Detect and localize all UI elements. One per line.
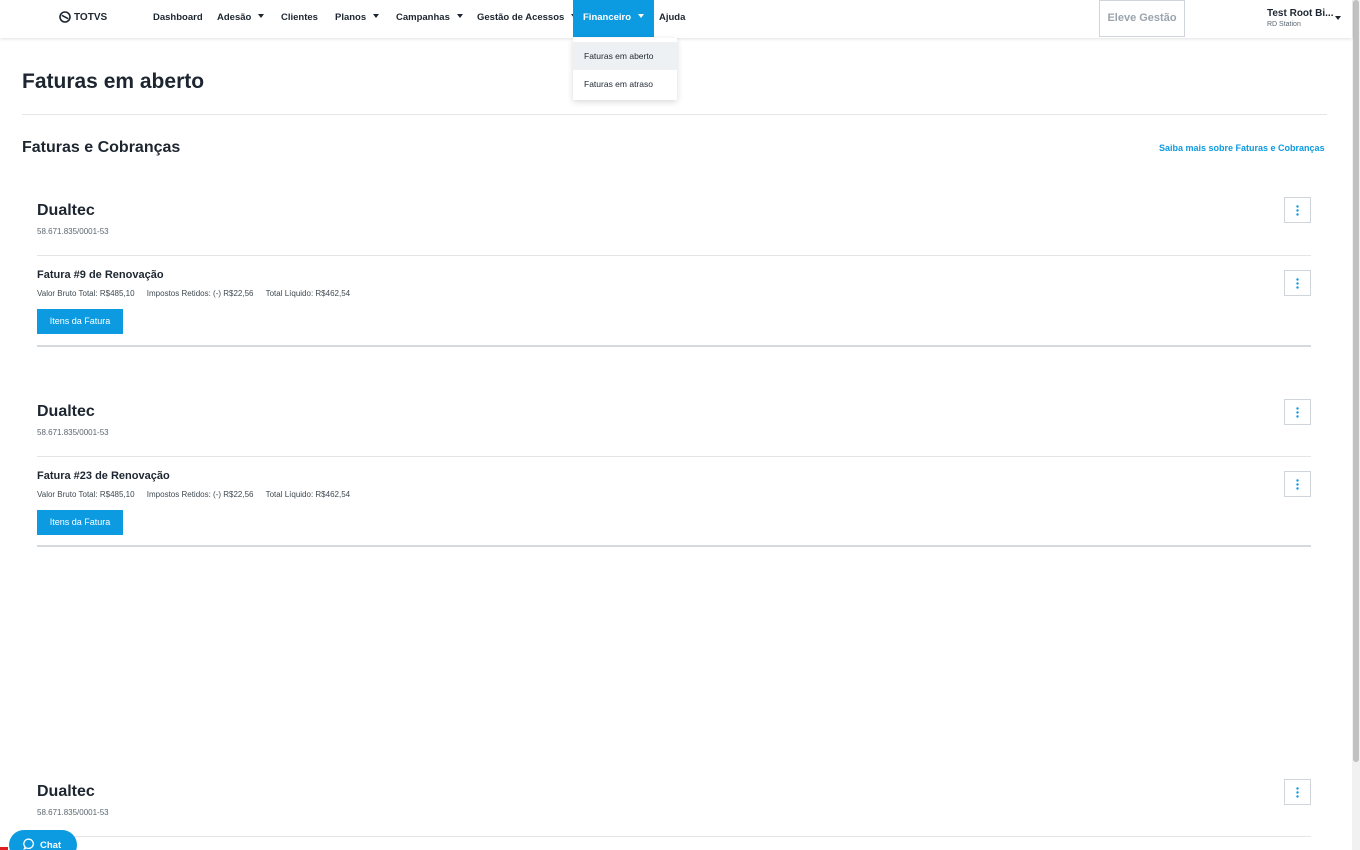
user-name: Test Root Bi... — [1267, 8, 1334, 19]
nav-item-gestao-de-acessos[interactable]: Gestão de Acessos — [477, 0, 578, 37]
page-title: Faturas em aberto — [22, 70, 205, 93]
vertical-scrollbar[interactable] — [1352, 0, 1360, 850]
nav-item-label: Ajuda — [659, 12, 686, 23]
client-name: Dualtec — [37, 403, 95, 420]
invoice-options-button[interactable] — [1284, 471, 1311, 497]
invoice-gross-total: Valor Bruto Total: R$485,10 — [37, 490, 135, 499]
chat-label: Chat — [40, 840, 62, 850]
client-document: 58.671.835/0001-53 — [37, 227, 109, 236]
nav-item-label: Financeiro — [583, 12, 632, 23]
more-vertical-icon — [1296, 479, 1299, 490]
learn-more-link[interactable]: Saiba mais sobre Faturas e Cobranças — [1159, 143, 1325, 153]
invoice-net-total: Total Líquido: R$462,54 — [265, 490, 351, 499]
financeiro-dropdown-menu: Faturas em aberto Faturas em atraso — [573, 38, 677, 100]
more-vertical-icon — [1296, 278, 1299, 289]
client-divider — [37, 255, 1311, 256]
client-options-button[interactable] — [1284, 197, 1311, 223]
invoice-options-button[interactable] — [1284, 270, 1311, 296]
invoice-gross-total: Valor Bruto Total: R$485,10 — [37, 289, 135, 298]
client-options-button[interactable] — [1284, 779, 1311, 805]
invoice-withheld-taxes: Impostos Retidos: (-) R$22,56 — [146, 490, 254, 499]
nav-item-planos[interactable]: Planos — [335, 0, 380, 37]
caret-down-icon — [456, 14, 463, 19]
invoice-net-total: Total Líquido: R$462,54 — [265, 289, 351, 298]
nav-item-dashboard[interactable]: Dashboard — [153, 0, 203, 37]
top-navbar: TOTVS Dashboard Adesão Clientes Planos C… — [0, 0, 1352, 38]
more-vertical-icon — [1296, 407, 1299, 418]
caret-down-icon — [258, 14, 265, 19]
nav-item-label: Adesão — [217, 12, 252, 23]
nav-item-label: Planos — [335, 12, 367, 23]
nav-item-label: Campanhas — [396, 12, 450, 23]
title-divider — [22, 114, 1327, 115]
totvs-logo-icon — [59, 11, 71, 23]
nav-item-ajuda[interactable]: Ajuda — [659, 0, 685, 37]
nav-item-clientes[interactable]: Clientes — [281, 0, 318, 37]
dropdown-item-faturas-em-atraso[interactable]: Faturas em atraso — [573, 70, 677, 98]
client-document: 58.671.835/0001-53 — [37, 428, 109, 437]
client-divider — [37, 836, 1311, 837]
more-vertical-icon — [1296, 205, 1299, 216]
client-document: 58.671.835/0001-53 — [37, 808, 109, 817]
chat-bubble-icon — [23, 838, 34, 850]
eleve-gestao-button[interactable]: Eleve Gestão — [1099, 0, 1185, 37]
nav-item-label: Clientes — [281, 12, 318, 23]
client-divider — [37, 456, 1311, 457]
client-options-button[interactable] — [1284, 399, 1311, 425]
invoice-divider — [37, 345, 1311, 347]
invoice-values: Valor Bruto Total: R$485,10 Impostos Ret… — [37, 490, 360, 499]
invoice-values: Valor Bruto Total: R$485,10 Impostos Ret… — [37, 289, 360, 298]
caret-down-icon — [373, 14, 380, 19]
nav-item-label: Gestão de Acessos — [477, 12, 565, 23]
nav-item-adesao[interactable]: Adesão — [217, 0, 265, 37]
client-name: Dualtec — [37, 783, 95, 800]
more-vertical-icon — [1296, 787, 1299, 798]
user-organization: RD Station — [1267, 21, 1301, 28]
scrollbar-thumb[interactable] — [1353, 0, 1359, 762]
user-menu[interactable]: Test Root Bi... RD Station — [1267, 8, 1333, 28]
invoice-title: Fatura #23 de Renovação — [37, 470, 170, 482]
user-menu-caret-icon[interactable] — [1335, 16, 1341, 20]
invoice-items-button[interactable]: Itens da Fatura — [37, 510, 123, 535]
client-name: Dualtec — [37, 202, 95, 219]
section-title: Faturas e Cobranças — [22, 139, 181, 156]
invoice-items-button[interactable]: Itens da Fatura — [37, 309, 123, 334]
invoice-divider — [37, 545, 1311, 547]
nav-item-financeiro[interactable]: Financeiro — [573, 0, 655, 37]
brand-logo[interactable]: TOTVS — [59, 11, 107, 23]
caret-down-icon — [638, 14, 645, 19]
invoice-withheld-taxes: Impostos Retidos: (-) R$22,56 — [146, 289, 254, 298]
brand-name: TOTVS — [74, 11, 108, 23]
chat-button[interactable]: Chat — [9, 830, 77, 850]
dropdown-item-faturas-em-aberto[interactable]: Faturas em aberto — [573, 42, 677, 70]
invoice-title: Fatura #9 de Renovação — [37, 269, 164, 281]
nav-item-campanhas[interactable]: Campanhas — [396, 0, 463, 37]
nav-item-label: Dashboard — [153, 12, 203, 23]
